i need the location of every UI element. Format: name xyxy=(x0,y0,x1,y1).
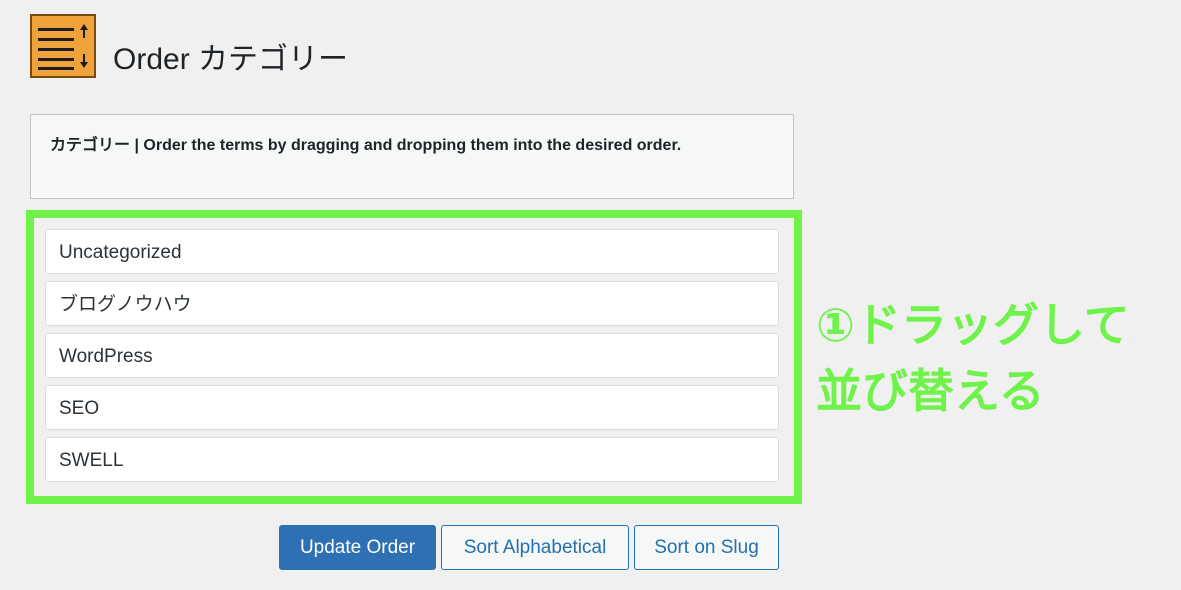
description-box: カテゴリー | Order the terms by dragging and … xyxy=(30,114,794,199)
description-text: Order the terms by dragging and dropping… xyxy=(143,137,682,154)
list-item[interactable]: SEO xyxy=(45,385,779,430)
annotation-line-2: 並び替える xyxy=(816,364,1045,418)
update-order-button[interactable]: Update Order xyxy=(279,525,436,570)
instruction-annotation: ①ドラッグして 並び替える xyxy=(816,292,1176,424)
separator: | xyxy=(134,137,139,154)
list-item[interactable]: SWELL xyxy=(45,437,779,482)
list-item[interactable]: WordPress xyxy=(45,333,779,378)
sort-on-slug-button[interactable]: Sort on Slug xyxy=(634,525,779,570)
list-item[interactable]: Uncategorized xyxy=(45,229,779,274)
annotation-line-1: ①ドラッグして xyxy=(816,298,1130,352)
list-item[interactable]: ブログノウハウ xyxy=(45,281,779,326)
reorder-list-icon xyxy=(30,14,96,78)
sort-alphabetical-button[interactable]: Sort Alphabetical xyxy=(441,525,629,570)
page-title: Order カテゴリー xyxy=(113,43,349,76)
sortable-term-list: Uncategorized ブログノウハウ WordPress SEO SWEL… xyxy=(45,229,779,489)
taxonomy-name: カテゴリー xyxy=(50,137,131,154)
